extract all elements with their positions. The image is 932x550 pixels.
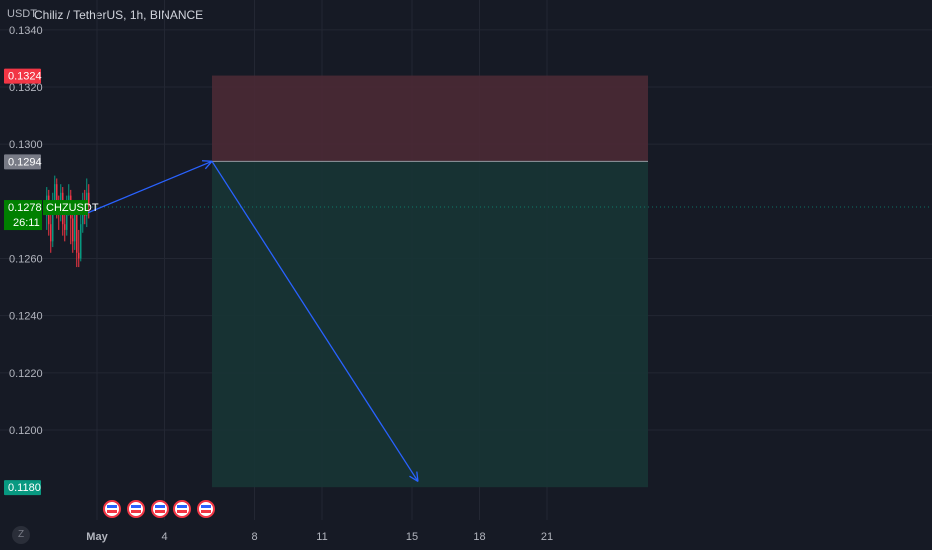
candle-body [76, 212, 78, 253]
stop-price-label: 0.1324 [8, 71, 42, 83]
target-price-label: 0.1180 [8, 482, 41, 494]
take-profit-zone[interactable] [212, 161, 648, 488]
symbol-label: CHZUSDT [46, 202, 99, 214]
x-tick-label: 8 [251, 531, 257, 543]
x-tick-label: 11 [316, 531, 327, 543]
candle-body [72, 218, 74, 242]
y-tick-label: 0.1220 [9, 368, 43, 380]
candle-body [80, 224, 82, 259]
x-tick-label: 21 [541, 531, 553, 543]
y-tick-label: 0.1300 [9, 139, 43, 151]
candle-body [78, 252, 80, 259]
entry-arrow-head [201, 160, 213, 162]
y-tick-label: 0.1200 [9, 425, 43, 437]
entry-price-label: 0.1294 [8, 156, 42, 168]
event-flag-icon[interactable] [127, 500, 145, 518]
y-tick-label: 0.1260 [9, 254, 43, 266]
event-flag-stripe [201, 510, 211, 513]
entry-arrow[interactable] [87, 160, 213, 214]
x-tick-label: May [86, 531, 108, 543]
timezone-button[interactable]: Z [12, 526, 30, 544]
x-tick-label: 18 [473, 531, 485, 543]
candle-body [64, 224, 66, 230]
event-flag-icon[interactable] [151, 500, 169, 518]
candle-body [54, 184, 56, 202]
event-flag-stripe [177, 505, 187, 508]
event-flag-stripe [155, 505, 165, 508]
event-flag-stripe [131, 505, 141, 508]
event-flag-icon[interactable] [103, 500, 121, 518]
event-flag-stripe [177, 510, 187, 513]
price-chart[interactable]: 0.1340 0.1320 0.1300 0.1260 0.1240 0.1220 0.12… [0, 0, 932, 550]
current-price-label: 0.1278 [8, 202, 42, 214]
candle-body [50, 224, 52, 242]
y-tick-label: 0.1320 [9, 82, 43, 94]
event-flag-stripe [155, 510, 165, 513]
event-flag-icon[interactable] [197, 500, 215, 518]
y-tick-label: 0.1240 [9, 311, 43, 323]
candle-body [74, 212, 76, 242]
event-flag-icon[interactable] [173, 500, 191, 518]
countdown-label: 26:11 [13, 217, 40, 229]
event-flag-stripe [107, 505, 117, 508]
event-flag-stripe [131, 510, 141, 513]
x-tick-label: 15 [406, 531, 418, 543]
event-flag-stripe [107, 510, 117, 513]
stop-loss-zone[interactable] [212, 75, 648, 162]
y-tick-label: 0.1340 [9, 25, 43, 37]
event-flag-stripe [201, 505, 211, 508]
x-tick-label: 4 [161, 531, 167, 543]
